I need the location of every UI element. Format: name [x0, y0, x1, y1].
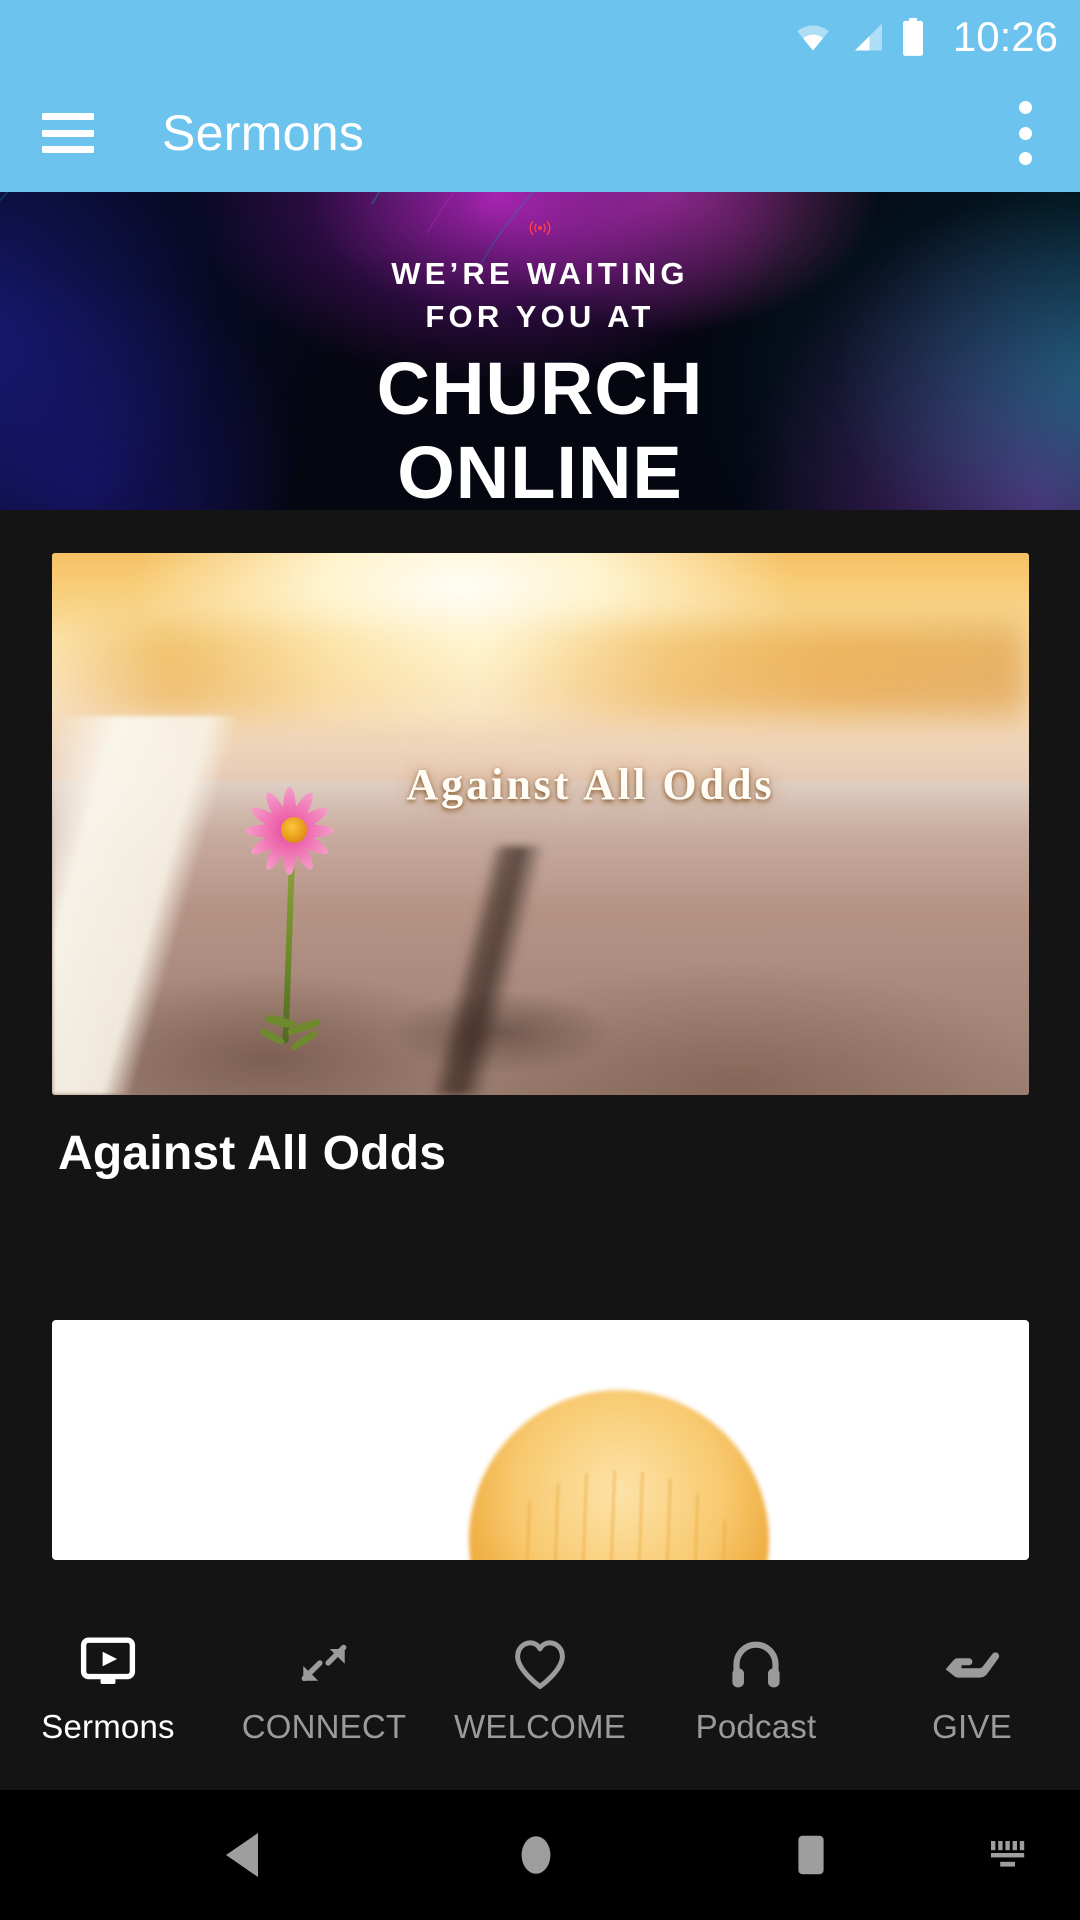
nav-item-sermons[interactable]: Sermons [0, 1636, 216, 1743]
nav-label-give: GIVE [932, 1708, 1012, 1745]
heart-outline-icon [511, 1636, 569, 1694]
nav-label-welcome: WELCOME [454, 1708, 626, 1745]
promo-banner-line-1: WE’RE WAITING [391, 256, 689, 291]
arrows-collapse-icon [295, 1636, 353, 1694]
status-bar-icons: 10:26 [793, 16, 1058, 58]
nav-item-podcast[interactable]: Podcast [648, 1636, 864, 1743]
triangle-back-icon [226, 1833, 258, 1877]
sermon-image-road-line [52, 715, 248, 1095]
home-button[interactable] [515, 1829, 557, 1881]
recents-button[interactable] [790, 1829, 832, 1881]
nav-item-give[interactable]: GIVE [864, 1636, 1080, 1743]
promo-banner[interactable]: WE’RE WAITING FOR YOU AT CHURCH ONLINE [0, 192, 1080, 510]
sermon-image-flower [237, 781, 357, 1081]
giving-hand-icon [941, 1636, 1003, 1694]
more-vertical-icon[interactable] [1018, 101, 1050, 165]
bottom-navigation-bar: Sermons CONNECT WELCOME Podcast GIVE [0, 1622, 1080, 1790]
nav-label-sermons: Sermons [41, 1708, 175, 1745]
sermon-card-thumbnail-next[interactable] [52, 1320, 1029, 1560]
page-title: Sermons [162, 105, 365, 161]
wifi-icon [797, 25, 829, 51]
sermon-card-thumbnail[interactable]: Against All Odds [52, 553, 1029, 1095]
hamburger-menu-icon[interactable] [42, 113, 94, 153]
promo-banner-line-2: FOR YOU AT [425, 299, 655, 334]
sermon-list: Against All Odds Against All Odds [0, 510, 1080, 1622]
nav-item-welcome[interactable]: WELCOME [432, 1636, 648, 1743]
app-bar: Sermons [0, 74, 1080, 192]
video-monitor-play-icon [77, 1636, 139, 1694]
cellular-signal-icon [854, 23, 882, 51]
keyboard-icon [991, 1841, 1025, 1867]
status-bar-clock: 10:26 [952, 13, 1058, 60]
headphones-icon [727, 1636, 785, 1694]
promo-banner-headline-2: ONLINE [397, 431, 683, 510]
square-recents-icon [798, 1835, 824, 1875]
nav-label-connect: CONNECT [241, 1708, 407, 1745]
live-broadcast-icon [529, 220, 551, 236]
promo-banner-content: WE’RE WAITING FOR YOU AT CHURCH ONLINE [0, 192, 1080, 510]
phone-screen: 10:26 Sermons WE’RE WAITING FOR YOU AT C… [0, 0, 1080, 1920]
nav-label-podcast: Podcast [695, 1708, 817, 1745]
nav-item-connect[interactable]: CONNECT [216, 1636, 432, 1743]
keyboard-button[interactable] [985, 1835, 1033, 1875]
battery-icon [902, 18, 923, 56]
android-system-navigation-bar [0, 1790, 1080, 1920]
sermon-title: Against All Odds [58, 1127, 447, 1180]
status-bar: 10:26 [0, 0, 1080, 74]
promo-banner-headline-1: CHURCH [376, 347, 704, 430]
circle-home-icon [521, 1836, 551, 1874]
back-button[interactable] [222, 1829, 266, 1881]
